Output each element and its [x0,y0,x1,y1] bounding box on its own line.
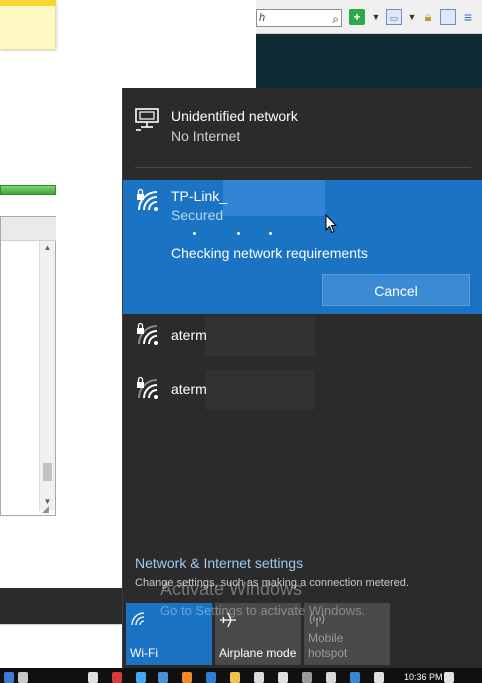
quick-action-label: Mobile hotspot [308,631,348,660]
quick-action-label: Wi-Fi [130,646,158,660]
redaction-block [205,370,315,410]
sidebar-icon[interactable] [440,9,456,25]
sticky-note[interactable] [0,0,56,50]
network-item-tplink[interactable]: TP-Link_ Secured Checking network requir… [123,180,482,314]
dropdown-icon[interactable]: ▼ [368,9,384,25]
dark-app-area [256,34,482,90]
network-settings-link[interactable]: Network & Internet settings [135,555,303,571]
app-icon[interactable] [350,672,360,683]
bottom-strip [0,624,130,644]
network-name: TP-Link_ [171,188,228,204]
network-item-unidentified[interactable]: Unidentified network No Internet [123,88,482,166]
app-icon[interactable] [254,672,264,683]
page-icon[interactable]: ▭ [386,9,402,25]
cancel-button[interactable]: Cancel [322,274,470,306]
panel-header [1,217,56,241]
progress-strip [0,185,56,195]
app-icon[interactable] [112,672,122,683]
content-panel: ▲ ▼ ◢ [0,216,56,516]
app-icon[interactable] [88,672,98,683]
wifi-secured-icon [135,188,161,219]
app-icon[interactable] [4,672,14,683]
scroll-thumb[interactable] [43,463,52,481]
app-icon[interactable] [182,672,192,683]
network-name: aterm [171,327,207,343]
connection-progress-text: Checking network requirements [171,245,368,261]
add-icon[interactable]: + [349,9,365,25]
menu-icon[interactable]: ≡ [460,9,476,25]
app-icon[interactable] [158,672,168,683]
app-icon[interactable] [230,672,240,683]
network-item-aterm[interactable]: aterm [123,316,482,356]
divider [135,167,471,168]
app-icon[interactable] [326,672,336,683]
wifi-icon [130,611,146,630]
network-item-aterm[interactable]: aterm [123,370,482,410]
network-status: No Internet [171,128,241,144]
wifi-secured-icon [135,376,161,407]
network-name: Unidentified network [171,108,298,124]
network-name: aterm [171,381,207,397]
sticky-note-band [0,0,56,6]
app-icon[interactable] [136,672,146,683]
network-status: Secured [171,207,224,223]
taskbar-clock[interactable]: 10:36 PM [404,672,443,682]
browser-toolbar: h ⌕ + ▼ ▭ ▼ 🔒︎ ≡ [256,0,482,34]
scroll-up-icon[interactable]: ▲ [40,241,55,255]
app-icon[interactable] [18,672,28,683]
screen: ▲ ▼ ◢ h ⌕ + ▼ ▭ ▼ 🔒︎ ≡ Unidentified netw… [0,0,482,683]
resize-grip-icon[interactable]: ◢ [42,504,54,514]
mouse-cursor-icon [325,214,337,234]
app-icon[interactable] [374,672,384,683]
lock-icon[interactable]: 🔒︎ [420,9,436,25]
app-icon[interactable] [302,672,312,683]
search-input[interactable]: h ⌕ [256,9,342,27]
app-icon[interactable] [278,672,288,683]
activation-watermark-title: Activate Windows [160,579,303,599]
search-input-text: h [259,12,266,24]
wifi-secured-icon [135,322,161,353]
vertical-scrollbar[interactable]: ▲ ▼ [39,241,55,511]
app-icon[interactable] [206,672,216,683]
activation-watermark-subtitle: Go to Settings to activate Windows. [160,603,366,618]
redaction-block [223,180,325,216]
magnifier-icon[interactable]: ⌕ [332,11,339,27]
window-band [0,588,130,624]
wired-network-icon [135,108,161,137]
notification-icon[interactable] [444,672,454,683]
redaction-block [205,316,315,356]
dropdown-icon[interactable]: ▼ [404,9,420,25]
progress-dots [193,232,303,238]
quick-action-label: Airplane mode [219,646,297,660]
taskbar: 10:36 PM [0,668,482,683]
